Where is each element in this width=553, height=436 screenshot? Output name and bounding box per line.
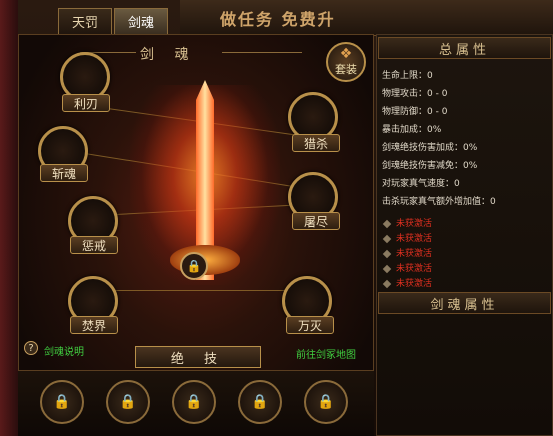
title-divider-right xyxy=(222,52,302,53)
effect-text: 未获激活 xyxy=(396,249,433,259)
banner-text: 做任务 免费升 xyxy=(220,10,336,29)
effect-item: 未获激活 xyxy=(382,216,433,229)
node-label-fenjie: 焚界 xyxy=(70,316,118,334)
stat-qi-speed: 对玩家真气速度：0 xyxy=(382,179,460,189)
bullet-icon xyxy=(382,249,392,258)
left-decoration xyxy=(0,0,18,436)
tab-jianhun[interactable]: 剑魂 xyxy=(114,8,168,34)
sword-soul-attributes-header: 剑魂属性 xyxy=(378,292,551,314)
effect-item: 未获激活 xyxy=(382,276,433,289)
node-label-wanmie: 万灭 xyxy=(286,316,334,334)
effect-text: 未获激活 xyxy=(396,264,433,274)
skill-slot-3[interactable]: 🔒 xyxy=(172,380,216,424)
stat-crit: 暴击加成：0% xyxy=(382,125,442,135)
stat-phys-def: 物理防御：0 - 0 xyxy=(382,107,448,117)
skill-title: 绝 技 xyxy=(135,346,261,368)
help-icon[interactable]: ? xyxy=(24,341,38,355)
effect-text: 未获激活 xyxy=(396,279,433,289)
node-label-lirin: 利刃 xyxy=(62,94,110,112)
stat-skill-dmg-reduction: 剑魂绝技伤害减免：0% xyxy=(382,161,478,171)
stat-kill-qi: 击杀玩家真气额外增加值：0 xyxy=(382,197,496,207)
center-lock-icon[interactable]: 🔒 xyxy=(180,252,208,280)
skill-slot-2[interactable]: 🔒 xyxy=(106,380,150,424)
total-attributes-header: 总属性 xyxy=(378,37,551,59)
bullet-icon xyxy=(382,219,392,228)
tab-tianfa[interactable]: 天罚 xyxy=(58,8,112,34)
effect-item: 未获激活 xyxy=(382,261,433,274)
effect-text: 未获激活 xyxy=(396,219,433,229)
effect-item: 未获激活 xyxy=(382,246,433,259)
bullet-icon xyxy=(382,264,392,273)
skill-slot-5[interactable]: 🔒 xyxy=(304,380,348,424)
stat-hp: 生命上限：0 xyxy=(382,71,433,81)
effect-text: 未获激活 xyxy=(396,234,433,244)
node-label-liesha: 猎杀 xyxy=(292,134,340,152)
set-emblem-icon: ❖ xyxy=(339,46,353,62)
sword-soul-help-link[interactable]: 剑魂说明 xyxy=(44,343,84,358)
panel-title: 剑 魂 xyxy=(140,47,197,63)
bullet-icon xyxy=(382,234,392,243)
node-label-tujin: 屠尽 xyxy=(292,212,340,230)
node-label-chengjie: 惩戒 xyxy=(70,236,118,254)
bullet-icon xyxy=(382,279,392,288)
stat-phys-atk: 物理攻击：0 - 0 xyxy=(382,89,448,99)
goto-map-link[interactable]: 前往剑冢地图 xyxy=(296,346,356,361)
stat-skill-dmg-bonus: 剑魂绝技伤害加成：0% xyxy=(382,143,478,153)
skill-slot-1[interactable]: 🔒 xyxy=(40,380,84,424)
skill-slot-4[interactable]: 🔒 xyxy=(238,380,282,424)
node-label-zhanhun: 斩魂 xyxy=(40,164,88,182)
connector-line xyxy=(96,290,306,291)
effect-item: 未获激活 xyxy=(382,231,433,244)
